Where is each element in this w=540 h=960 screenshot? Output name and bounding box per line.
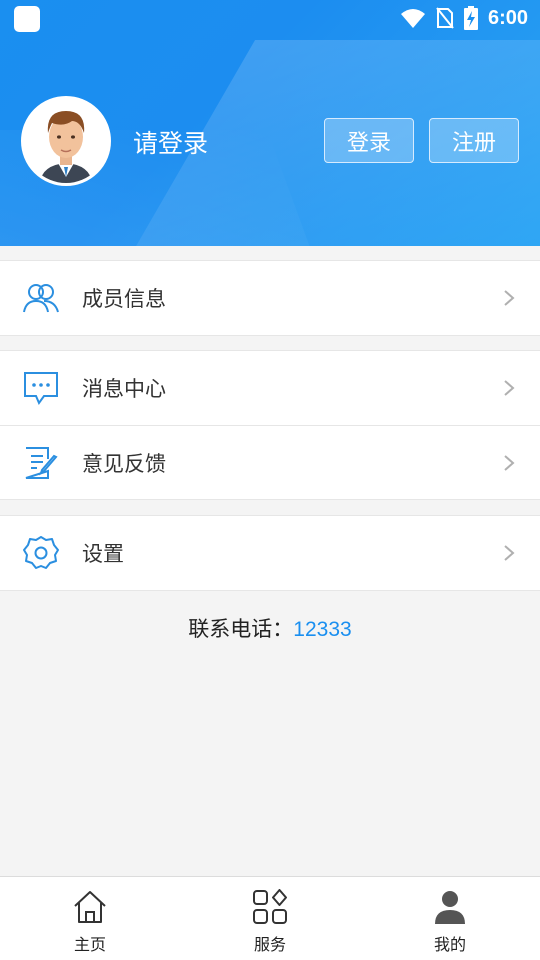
battery-charging-icon: [463, 6, 478, 30]
settings-icon: [23, 536, 59, 569]
services-icon: [253, 889, 287, 924]
members-icon: [23, 284, 59, 313]
feedback-icon: [25, 447, 58, 479]
no-sim-icon: [436, 7, 454, 29]
menu-item-messages[interactable]: 消息中心: [0, 351, 540, 425]
tab-services[interactable]: 服务: [180, 877, 360, 960]
phone-number[interactable]: 12333: [293, 618, 351, 641]
app-notification-icon: [14, 6, 40, 32]
login-button[interactable]: 登录: [324, 118, 414, 163]
wifi-icon: [400, 9, 425, 28]
login-prompt[interactable]: 请登录: [133, 124, 208, 160]
profile-icon: [435, 891, 465, 924]
home-icon: [74, 891, 106, 923]
chevron-right-icon: [504, 380, 515, 396]
menu-label: 成员信息: [82, 287, 166, 311]
avatar[interactable]: [21, 96, 111, 186]
menu-label: 意见反馈: [82, 451, 166, 476]
menu-item-settings[interactable]: 设置: [0, 516, 540, 590]
register-button[interactable]: 注册: [429, 118, 519, 163]
menu-group-messages: 消息中心 意见反馈: [0, 350, 540, 500]
menu-group-settings: 设置: [0, 515, 540, 591]
menu-label: 消息中心: [82, 377, 166, 401]
menu-item-feedback[interactable]: 意见反馈: [0, 425, 540, 499]
profile-header: 6:00 请登录 登录 注册: [0, 0, 540, 246]
tab-label: 服务: [253, 935, 286, 954]
message-icon: [24, 372, 58, 406]
chevron-right-icon: [504, 545, 515, 561]
tab-label: 我的: [433, 935, 466, 954]
tab-home[interactable]: 主页: [0, 877, 180, 960]
menu-label: 设置: [82, 542, 124, 566]
tab-profile[interactable]: 我的: [360, 877, 540, 960]
menu-item-members[interactable]: 成员信息: [0, 261, 540, 335]
status-bar: 6:00: [0, 0, 540, 36]
bottom-tab-bar: 主页 服务 我的: [0, 876, 540, 960]
contact-phone: 联系电话：12333: [0, 613, 540, 643]
avatar-portrait: [24, 99, 108, 183]
menu-group-members: 成员信息: [0, 260, 540, 336]
contact-label: 联系电话：: [188, 617, 294, 641]
chevron-right-icon: [504, 455, 515, 471]
status-time: 6:00: [487, 6, 528, 29]
tab-label: 主页: [73, 935, 106, 954]
chevron-right-icon: [504, 290, 515, 306]
